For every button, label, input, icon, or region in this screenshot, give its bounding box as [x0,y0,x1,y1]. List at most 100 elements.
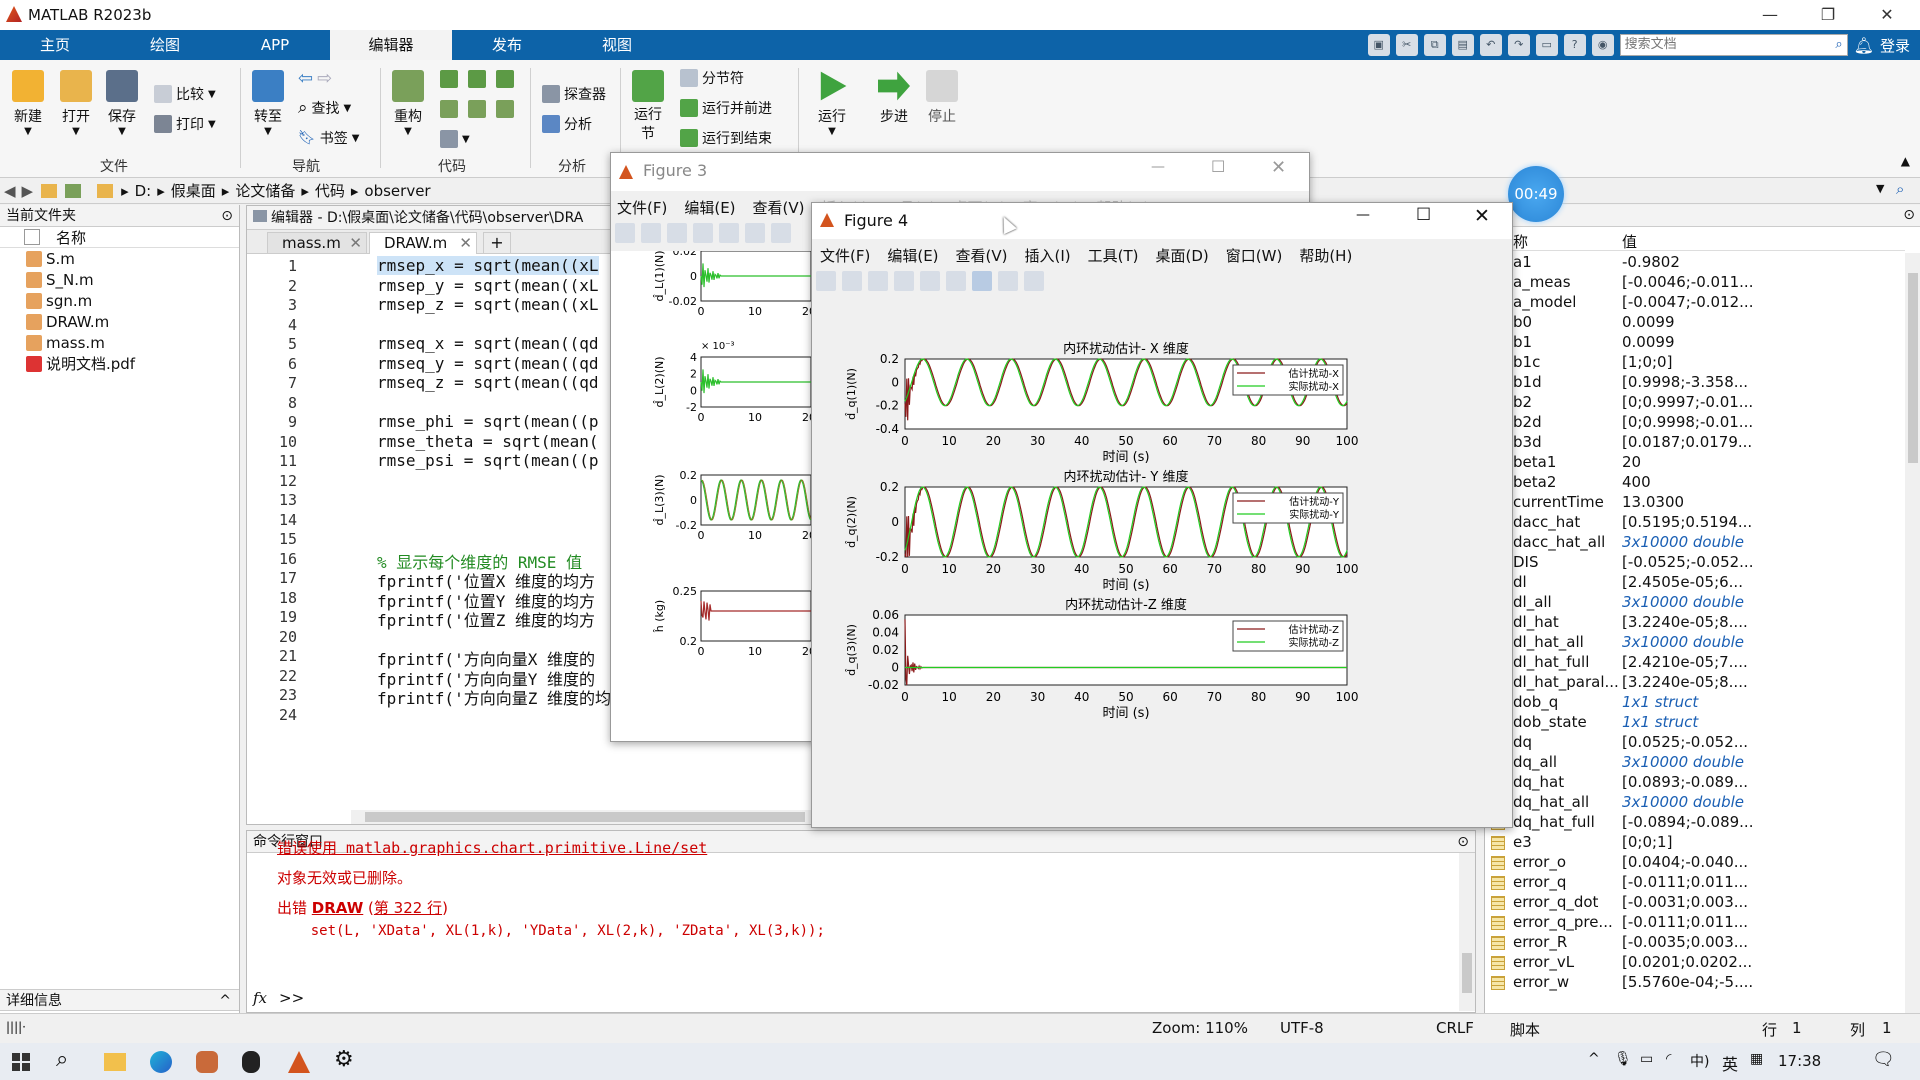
figure-menu-item[interactable]: 查看(V) [956,245,1008,267]
step-button[interactable]: 步进 [874,70,914,126]
legend-icon[interactable] [771,223,791,243]
workspace-row[interactable]: dq_hat_full [-0.0894;-0.089... [1485,813,1905,833]
search-docs-input[interactable]: 搜索文档 ⌕ [1619,34,1848,56]
undo-icon[interactable]: ↶ [1479,34,1502,56]
workspace-row[interactable]: beta2 400 [1485,473,1905,493]
property-editor-icon[interactable] [1024,271,1044,291]
workspace-row[interactable]: error_q [-0.0111;0.011... [1485,873,1905,893]
error-file-link[interactable]: DRAW [312,899,363,917]
workspace-row[interactable]: dob_state 1x1 struct [1485,713,1905,733]
panel-menu-icon[interactable]: ⊙ [1903,207,1915,223]
compare-button[interactable]: 比较 ▼ [154,84,216,104]
indent-tools[interactable] [440,100,514,118]
run-section-button[interactable]: 运行节 [628,70,668,144]
link-plot-icon[interactable] [920,271,940,291]
workspace-row[interactable]: beta1 20 [1485,453,1905,473]
workspace-row[interactable]: dacc_hat [0.5195;0.5194... [1485,513,1905,533]
workspace-row[interactable]: dq_hat [0.0893;-0.089... [1485,773,1905,793]
tab-plots[interactable]: 绘图 [110,30,220,60]
workspace-row[interactable]: e3 [0;0;1] [1485,833,1905,853]
figure-menu-item[interactable]: 编辑(E) [684,197,735,219]
pointer-icon[interactable] [998,271,1018,291]
tab-home[interactable]: 主页 [0,30,110,60]
close-button[interactable]: ✕ [1864,0,1910,30]
file-item[interactable]: mass.m [0,332,239,353]
command-prompt[interactable]: fx >> [253,989,304,1007]
workspace-row[interactable]: dq_hat_all 3x10000 double [1485,793,1905,813]
tab-view[interactable]: 视图 [562,30,672,60]
file-item[interactable]: DRAW.m [0,311,239,332]
close-button[interactable]: ✕ [1474,205,1490,227]
uncomment-icon[interactable] [468,70,486,88]
redo-icon[interactable]: ↷ [1507,34,1530,56]
value-column-header[interactable]: 值 [1622,231,1637,252]
back-icon[interactable]: ◀ [4,182,16,200]
paste-icon[interactable]: ▤ [1451,34,1474,56]
forward-arrow-icon[interactable]: ⇨ [317,68,332,89]
analyze-button[interactable]: 分析 [542,114,592,134]
workspace-row[interactable]: error_q_dot [-0.0031;0.003... [1485,893,1905,913]
workspace-row[interactable]: dl_hat_paral... [3.2240e-05;8.... [1485,673,1905,693]
scrollbar-thumb[interactable] [365,812,805,822]
indent-icon[interactable] [440,100,458,118]
minimize-button[interactable]: — [1747,0,1793,30]
path-segment[interactable]: 代码 [315,180,345,201]
file-item[interactable]: S_N.m [0,269,239,290]
close-tab-icon[interactable]: ✕ [459,233,472,253]
workspace-row[interactable]: b1c [1;0;0] [1485,353,1905,373]
workspace-row[interactable]: error_R [-0.0035;0.003... [1485,933,1905,953]
name-column-header[interactable]: 称 [1513,231,1528,252]
open-icon[interactable] [842,271,862,291]
new-figure-icon[interactable] [816,271,836,291]
run-advance-button[interactable]: 运行并前进 [680,98,772,118]
path-segment[interactable]: 论文储备 [235,180,295,201]
outdent-icon[interactable] [468,100,486,118]
back-arrow-icon[interactable]: ⇦ [298,68,313,89]
file-item[interactable]: S.m [0,248,239,269]
up-folder-icon[interactable] [41,183,58,198]
scrollbar-thumb[interactable] [1462,953,1472,993]
legend-icon[interactable] [972,271,992,291]
maximize-button[interactable]: ☐ [1211,157,1225,176]
wifi-icon[interactable]: ◜ [1666,1051,1671,1067]
workspace-row[interactable]: dl_hat_full [2.4210e-05;7.... [1485,653,1905,673]
path-segment[interactable]: D: [135,182,152,200]
workspace-row[interactable]: error_q_pre... [-0.0111;0.011... [1485,913,1905,933]
workspace-row[interactable]: dl [2.4505e-05;6... [1485,573,1905,593]
save-button[interactable]: 保存 ▼ [102,70,142,137]
ime-indicator[interactable]: 英 [1722,1051,1738,1075]
workspace-row[interactable]: a1 -0.9802 [1485,253,1905,273]
horizontal-scrollbar[interactable] [351,810,813,824]
refactor-button[interactable]: 重构 ▼ [388,70,428,137]
explorer-button[interactable]: 探查器 [542,84,606,104]
workspace-row[interactable]: error_w [5.5760e-04;-5.... [1485,973,1905,993]
save-icon[interactable]: ▣ [1367,34,1390,56]
cut-icon[interactable]: ✂ [1395,34,1418,56]
community-icon[interactable]: ◉ [1591,34,1614,56]
login-link[interactable]: 登录 [1880,35,1910,56]
workspace-row[interactable]: error_o [0.0404;-0.040... [1485,853,1905,873]
vertical-scrollbar[interactable] [1459,853,1475,1011]
figure-menu-item[interactable]: 工具(T) [1088,245,1139,267]
scrollbar-thumb[interactable] [1908,273,1918,463]
print-button[interactable]: 打印 ▼ [154,114,216,134]
maximize-button[interactable]: ☐ [1416,205,1431,225]
file-item[interactable]: sgn.m [0,290,239,311]
settings-gear-icon[interactable]: ⚙ [334,1047,354,1072]
save-icon[interactable] [667,223,687,243]
format-tool[interactable]: ▼ [440,130,470,148]
panel-menu-icon[interactable]: ⊙ [221,205,233,227]
close-button[interactable]: ✕ [1271,157,1286,178]
file-explorer-icon[interactable] [104,1053,126,1071]
figure-menu-item[interactable]: 文件(F) [820,245,870,267]
volume-icon[interactable]: 中) [1690,1051,1709,1071]
new-button[interactable]: 新建 ▼ [8,70,48,137]
new-tab-button[interactable]: + [483,232,511,254]
copy-icon[interactable]: ⧉ [1423,34,1446,56]
stop-button[interactable]: 停止 [922,70,962,126]
code-tools[interactable] [440,70,514,88]
bookmark-button[interactable]: 🔖︎ 书签 ▼ [298,128,359,148]
path-segment[interactable]: observer [364,182,430,200]
goto-button[interactable]: 转至 ▼ [248,70,288,137]
vertical-scrollbar[interactable] [1905,253,1920,1013]
